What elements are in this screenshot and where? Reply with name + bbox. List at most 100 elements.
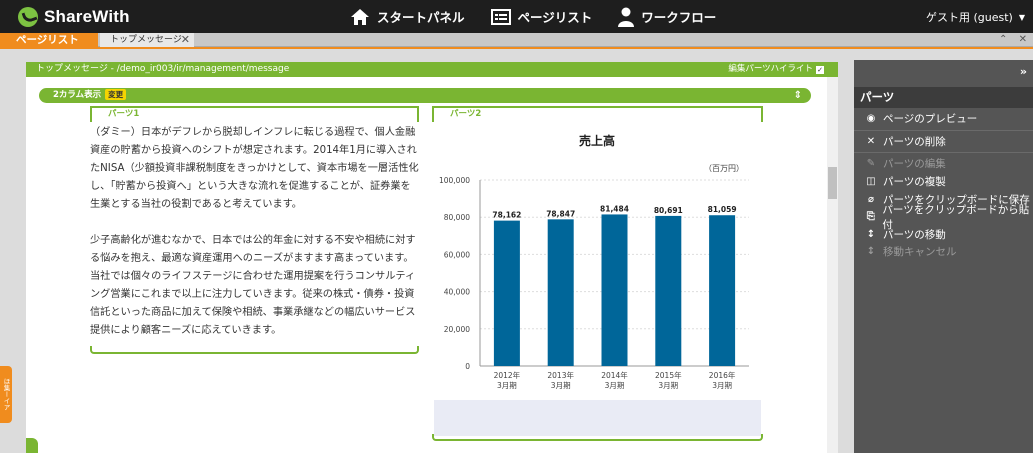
paste-icon: ⎘: [866, 211, 875, 223]
nav-page-list[interactable]: ページリスト: [490, 7, 593, 26]
pencil-icon: ✎: [866, 158, 876, 170]
collapse-panel-icon[interactable]: »: [1020, 65, 1027, 78]
highlight-label: 編集パーツハイライト: [728, 64, 813, 74]
move-icon[interactable]: ⇕: [794, 88, 802, 103]
bar: [709, 215, 736, 366]
x-tick-label: 2014年: [601, 370, 628, 380]
page-path: トップメッセージ - /demo_ir003/ir/management/mes…: [36, 64, 290, 74]
data-label: 78,162: [492, 211, 521, 220]
parts-panel: » パーツ ◉ ページのプレビュー ✕ パーツの削除 ✎ パーツの編集 ◫ パーツの複製 ⌀ パー…: [854, 60, 1033, 453]
y-tick-label: 0: [465, 362, 470, 371]
menu-item-close[interactable]: ✕ パーツの削除: [854, 133, 1033, 151]
paragraph: （ダミー）日本がデフレから脱却しインフレに転じる過程で、個人金融資産の貯蓄から投…: [90, 127, 419, 210]
y-tick-label: 40,000: [444, 288, 470, 297]
part2-footer: [432, 434, 763, 441]
y-tick-label: 60,000: [444, 250, 470, 259]
highlight-toggle[interactable]: 編集パーツハイライト ✓: [728, 62, 824, 77]
bar: [655, 215, 682, 366]
menu-item-label: 移動キャンセル: [883, 246, 957, 259]
close-icon: ✕: [866, 135, 876, 147]
x-tick-label: 3月期: [712, 381, 732, 390]
menu-item-label: パーツの移動: [883, 228, 946, 241]
part1-footer: [90, 346, 419, 354]
part1-header[interactable]: パーツ1: [90, 106, 419, 122]
menu-item-label: パーツの削除: [883, 135, 946, 148]
scrollbar-thumb[interactable]: [828, 167, 837, 199]
collapse-up-icon[interactable]: ⌃: [999, 34, 1007, 45]
editor-scrollbar[interactable]: [827, 77, 838, 453]
user-name: ゲスト用 (guest): [925, 11, 1013, 24]
layout-change-button[interactable]: 変更: [105, 89, 127, 100]
top-nav: スタートパネル ページリスト ワークフロー: [350, 0, 742, 33]
x-tick-label: 3月期: [551, 381, 571, 390]
data-label: 81,059: [708, 205, 737, 214]
menu-item-label: パーツの複製: [883, 176, 946, 189]
tab-strip: ページリスト トップメッセージ ✕ ⌃ ✕: [0, 33, 1033, 47]
bar: [547, 219, 574, 366]
part2-shade: [434, 400, 761, 436]
close-all-icon[interactable]: ✕: [1019, 34, 1027, 45]
sharewith-logo-icon: [18, 7, 38, 27]
menu-item-move-cancel: ↕ 移動キャンセル: [854, 243, 1033, 261]
menu-item-paste[interactable]: ⎘ パーツをクリップボードから貼付: [854, 204, 1033, 231]
x-tick-label: 2012年: [494, 370, 521, 380]
paragraph: 当社では個々のライフステージに合わせた運用提案を行うコンサルティング営業にこれま…: [90, 271, 416, 336]
menu-item-book[interactable]: ◫ パーツの複製: [854, 173, 1033, 191]
chevron-down-icon: ▼: [1018, 12, 1025, 22]
y-tick-label: 80,000: [444, 213, 470, 222]
x-tick-label: 3月期: [605, 381, 625, 390]
nav-page-list-label: ページリスト: [517, 10, 593, 25]
tab-current-page[interactable]: トップメッセージ ✕: [100, 33, 194, 47]
layout-label: 2カラム表示: [53, 90, 102, 100]
y-tick-label: 20,000: [444, 325, 470, 334]
side-flag[interactable]: ほ集ーイア: [0, 366, 12, 423]
part2-body[interactable]: 売上高 （百万円） 0 20,000 40,000 60,000 80,000 100,000…: [434, 122, 761, 428]
close-icon[interactable]: ✕: [181, 33, 190, 47]
parts-panel-title: パーツ: [854, 87, 1033, 108]
nav-workflow[interactable]: ワークフロー: [618, 7, 716, 27]
x-tick-label: 3月期: [497, 381, 517, 390]
data-label: 81,484: [600, 204, 629, 213]
x-tick-label: 3月期: [658, 381, 678, 390]
tab-strip-rule: [0, 47, 1033, 49]
highlight-checkbox[interactable]: ✓: [816, 66, 824, 74]
eye-icon: ◉: [866, 113, 876, 125]
nav-start-panel[interactable]: スタートパネル: [350, 7, 465, 26]
bar: [493, 220, 520, 366]
menu-item-pencil: ✎ パーツの編集: [854, 155, 1033, 173]
data-label: 78,847: [546, 209, 575, 218]
part1-body[interactable]: （ダミー）日本がデフレから脱却しインフレに転じる過程で、個人金融資産の貯蓄から投…: [90, 124, 419, 340]
user-icon: [618, 7, 635, 27]
book-icon: ◫: [866, 176, 876, 188]
menu-separator: [854, 129, 1033, 131]
bar: [601, 214, 628, 366]
x-tick-label: 2016年: [709, 370, 736, 380]
menu-separator: [854, 152, 1033, 154]
page-path-bar: トップメッセージ - /demo_ir003/ir/management/mes…: [26, 62, 838, 77]
page-list-icon: [490, 8, 511, 25]
paperclip-icon: ⌀: [867, 193, 875, 205]
paragraph: 少子高齢化が進むなかで、日本では公的年金に対する不安や相続に対する悩みを抱え、最…: [90, 235, 416, 264]
layout-bar: 2カラム表示 変更 ⇕: [39, 88, 811, 103]
data-label: 80,691: [654, 206, 683, 215]
editor-canvas: トップメッセージ - /demo_ir003/ir/management/mes…: [26, 62, 838, 453]
y-tick-label: 100,000: [439, 176, 470, 185]
home-icon: [351, 8, 369, 25]
x-tick-label: 2015年: [655, 370, 682, 380]
top-bar: ShareWith スタートパネル ページリスト ワークフロー ゲスト用 (gu…: [0, 0, 1033, 33]
menu-item-label: パーツの編集: [883, 158, 946, 171]
user-menu[interactable]: ゲスト用 (guest) ▼: [926, 9, 1025, 25]
part2-header[interactable]: パーツ2: [432, 106, 763, 122]
nav-workflow-label: ワークフロー: [641, 10, 717, 25]
app-logo[interactable]: ShareWith: [18, 6, 130, 28]
menu-item-label: ページのプレビュー: [883, 113, 978, 126]
move-icon: ↕: [866, 228, 876, 240]
x-tick-label: 2013年: [547, 370, 574, 380]
app-name: ShareWith: [44, 7, 130, 26]
tab-page-list[interactable]: ページリスト: [0, 33, 98, 47]
chart-title: 売上高: [579, 133, 615, 148]
menu-item-eye[interactable]: ◉ ページのプレビュー: [854, 110, 1033, 128]
move-cancel-icon: ↕: [866, 246, 876, 258]
tab-strip-controls: ⌃ ✕: [991, 33, 1027, 47]
parts-menu: ◉ ページのプレビュー ✕ パーツの削除 ✎ パーツの編集 ◫ パーツの複製 ⌀ パーツをクリップ…: [854, 110, 1033, 261]
